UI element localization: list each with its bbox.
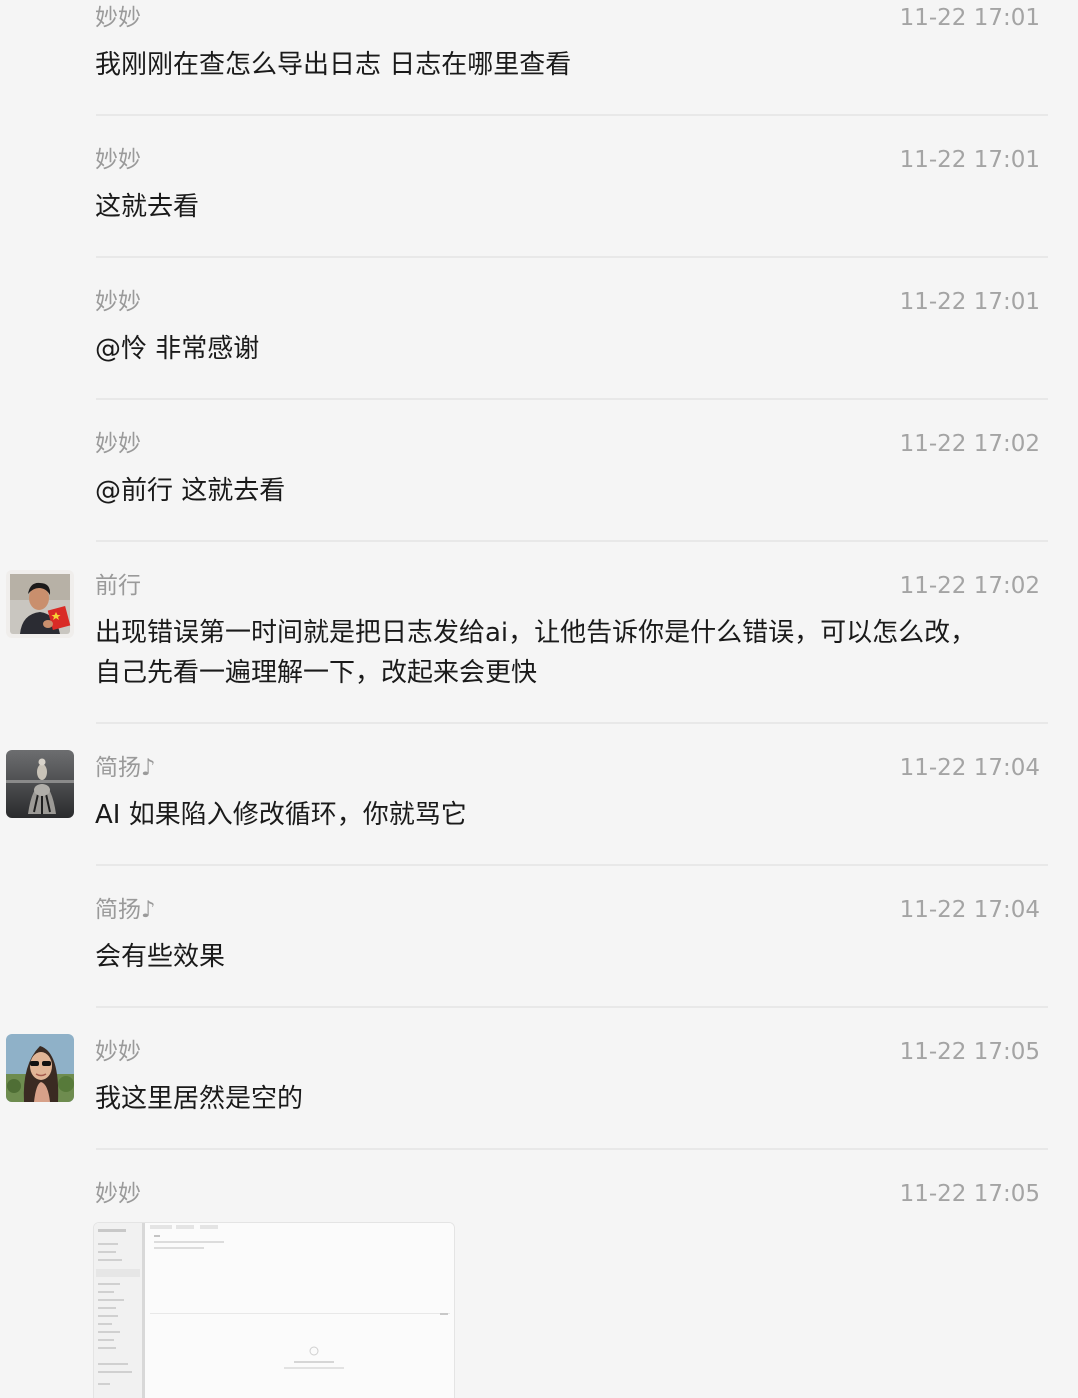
sender-name[interactable]: 前行 <box>95 568 141 604</box>
message-divider <box>96 114 1048 116</box>
woman-sunglasses-avatar-icon <box>6 1034 74 1102</box>
message-timestamp: 11-22 17:01 <box>899 289 1040 315</box>
message-timestamp: 11-22 17:02 <box>899 431 1040 457</box>
chat-message-list: 妙妙 11-22 17:01 我刚刚在查怎么导出日志 日志在哪里查看 妙妙 11… <box>0 0 1078 1398</box>
tiger-reflection-avatar-icon <box>6 750 74 818</box>
man-with-flag-avatar-icon <box>6 570 74 638</box>
message-text[interactable]: 我这里居然是空的 <box>95 1079 1045 1119</box>
sender-name[interactable]: 妙妙 <box>95 1176 141 1212</box>
sender-name[interactable]: 简扬♪ <box>95 750 156 786</box>
avatar[interactable] <box>6 750 74 818</box>
sender-name[interactable]: 简扬♪ <box>95 892 156 928</box>
message-text[interactable]: @怜 非常感谢 <box>95 329 1045 369</box>
message-timestamp: 11-22 17:02 <box>899 573 1040 599</box>
message-timestamp: 11-22 17:01 <box>899 5 1040 31</box>
message-timestamp: 11-22 17:05 <box>899 1039 1040 1065</box>
message-divider <box>96 1148 1048 1150</box>
avatar[interactable] <box>6 1034 74 1102</box>
message-divider <box>96 256 1048 258</box>
message-text[interactable]: 我刚刚在查怎么导出日志 日志在哪里查看 <box>95 45 1045 85</box>
message-text[interactable]: AI 如果陷入修改循环，你就骂它 <box>95 795 1045 835</box>
sender-name[interactable]: 妙妙 <box>95 284 141 320</box>
avatar[interactable] <box>6 570 74 638</box>
message-timestamp: 11-22 17:04 <box>899 897 1040 923</box>
message-divider <box>96 722 1048 724</box>
message-text-line: 出现错误第一时间就是把日志发给ai，让他告诉你是什么错误，可以怎么改， <box>95 618 977 648</box>
message-text[interactable]: @前行 这就去看 <box>95 471 1045 511</box>
message-text[interactable]: 出现错误第一时间就是把日志发给ai，让他告诉你是什么错误，可以怎么改， 自己先看… <box>95 613 1045 693</box>
sender-name[interactable]: 妙妙 <box>95 426 141 462</box>
message-timestamp: 11-22 17:05 <box>899 1181 1040 1207</box>
message-text[interactable]: 会有些效果 <box>95 937 1045 977</box>
image-attachment[interactable] <box>93 1222 455 1398</box>
message-divider <box>96 864 1048 866</box>
sender-name[interactable]: 妙妙 <box>95 1034 141 1070</box>
message-divider <box>96 540 1048 542</box>
message-timestamp: 11-22 17:01 <box>899 147 1040 173</box>
message-divider <box>96 1006 1048 1008</box>
message-text-line: 自己先看一遍理解一下，改起来会更快 <box>95 658 538 688</box>
message-divider <box>96 398 1048 400</box>
message-text[interactable]: 这就去看 <box>95 187 1045 227</box>
message-timestamp: 11-22 17:04 <box>899 755 1040 781</box>
sender-name[interactable]: 妙妙 <box>95 142 141 178</box>
sender-name[interactable]: 妙妙 <box>95 0 141 36</box>
screenshot-thumbnail-icon <box>94 1223 454 1398</box>
